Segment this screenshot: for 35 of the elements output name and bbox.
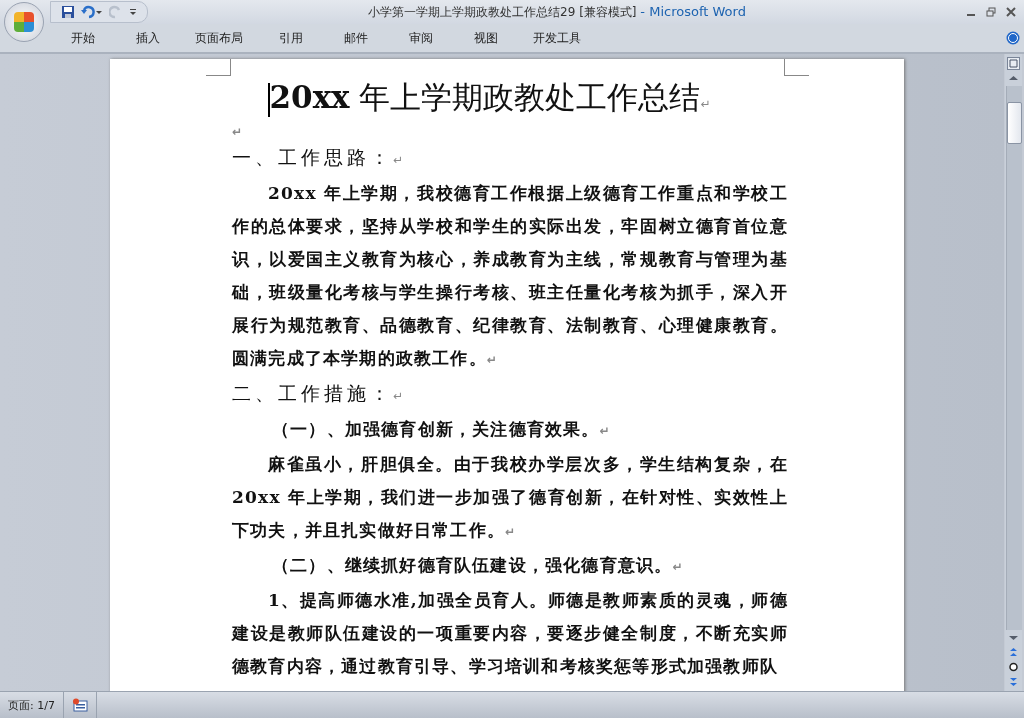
crop-mark — [784, 59, 809, 76]
ribbon-tab[interactable]: 开始 — [50, 29, 115, 47]
paragraph-text: 一、工作思路：↵ — [232, 146, 408, 168]
help-icon[interactable] — [1006, 31, 1020, 45]
paragraph-text: 麻雀虽小，肝胆俱全。由于我校办学层次多，学生结构复杂，在 20xx 年上学期，我们进一步加强了德育创新，在针对性、实效性上下功夫，并且扎实做好日常工作。↵ — [232, 454, 788, 540]
ribbon-tab[interactable]: 插入 — [115, 29, 180, 47]
ribbon-tab[interactable]: 视图 — [453, 29, 518, 47]
undo-icon[interactable] — [81, 5, 103, 19]
browse-object-icon[interactable] — [1006, 661, 1021, 673]
ruler-icon[interactable] — [1007, 57, 1020, 70]
paragraph-text: （一）、加强德育创新，关注德育效果。↵ — [272, 419, 611, 439]
scroll-thumb[interactable] — [1006, 102, 1022, 144]
crop-mark — [206, 59, 231, 76]
text-cursor — [268, 82, 270, 117]
save-icon[interactable] — [61, 5, 75, 19]
close-icon[interactable] — [1006, 7, 1016, 17]
paragraph-text: （二）、继续抓好德育队伍建设，强化德育意识。↵ — [272, 555, 684, 575]
paragraph-mark: ↵ — [700, 97, 711, 111]
macro-record-icon[interactable] — [71, 698, 88, 712]
ribbon-tab[interactable]: 开发工具 — [518, 29, 596, 47]
document-title: 20xx 年上学期政教处工作总结 — [269, 79, 701, 115]
ribbon-tab[interactable]: 页面布局 — [180, 29, 258, 47]
office-button[interactable] — [4, 2, 44, 42]
paragraph-mark: ↵ — [232, 125, 244, 139]
app-name: - Microsoft Word — [640, 3, 746, 19]
paragraph-text: 1、提高师德水准,加强全员育人。师德是教师素质的灵魂，师德建设是教师队伍建设的一项重要内容，要逐步健全制度，不断充实师德教育内容，通过教育引导、学习培训和考核奖惩等形式加强教师队 — [232, 590, 788, 676]
window-title: 小学第一学期上学期政教处工作总结29 [兼容模式] - Microsoft Word — [367, 3, 747, 21]
customize-icon[interactable] — [129, 7, 137, 17]
restore-icon[interactable] — [986, 7, 996, 17]
page-count[interactable]: 页面: 1/7 — [0, 692, 64, 718]
ribbon-tab[interactable]: 审阅 — [388, 29, 453, 47]
ribbon-tab[interactable]: 引用 — [258, 29, 323, 47]
paragraph-text: 20xx 年上学期，我校德育工作根据上级德育工作重点和学校工作的总体要求，坚持从学校和学生的实际出发，牢固树立德育首位意识，以爱国主义教育为核心，养成教育为主线，常规教育与管理为基础，班级量化考核与学生操行考核、班主任量化考核为抓手，深入开展行为规范教育、品德教育、纪律教育、法制教育、心理健康教育。圆满完成了本学期的政教工作。↵ — [232, 183, 788, 368]
ribbon-tab[interactable]: 邮件 — [323, 29, 388, 47]
paragraph-text: 二、工作措施：↵ — [232, 382, 408, 404]
